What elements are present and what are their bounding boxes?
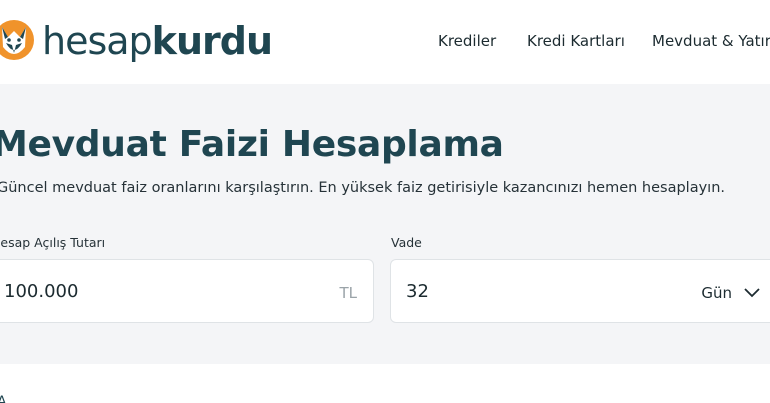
page: hesapkurdu Krediler Kredi Kartları Mevdu… xyxy=(0,0,770,403)
nav-item-mevduat-yatirim[interactable]: Mevduat & Yatırım xyxy=(652,32,770,50)
wolf-logo-icon[interactable] xyxy=(0,13,36,67)
term-input[interactable]: 32 Gün xyxy=(390,259,770,323)
nav-item-krediler[interactable]: Krediler xyxy=(438,32,496,50)
logo-part-hesap: hesap xyxy=(42,19,153,63)
term-label: Vade xyxy=(391,235,422,250)
page-subtitle: Güncel mevduat faiz oranlarını karşılaşt… xyxy=(0,180,725,196)
logo-part-kurdu: kurdu xyxy=(151,19,273,63)
calculator-hero: Mevduat Faizi Hesaplama Güncel mevduat f… xyxy=(0,84,770,364)
amount-value: 100.000 xyxy=(4,281,79,302)
term-unit-select[interactable]: Gün xyxy=(701,282,760,304)
site-header: hesapkurdu Krediler Kredi Kartları Mevdu… xyxy=(0,0,770,84)
currency-suffix: TL xyxy=(339,284,357,302)
amount-input[interactable]: 100.000 TL xyxy=(0,259,374,323)
term-value: 32 xyxy=(406,281,429,302)
amount-label: Hesap Açılış Tutarı xyxy=(0,235,106,250)
section-heading-partial: A xyxy=(0,394,7,403)
chevron-down-icon xyxy=(744,288,760,298)
brand-logo-text[interactable]: hesapkurdu xyxy=(42,15,273,67)
nav-item-kredi-kartlari[interactable]: Kredi Kartları xyxy=(527,32,625,50)
term-unit-label: Gün xyxy=(701,284,732,302)
page-title: Mevduat Faizi Hesaplama xyxy=(0,124,504,165)
